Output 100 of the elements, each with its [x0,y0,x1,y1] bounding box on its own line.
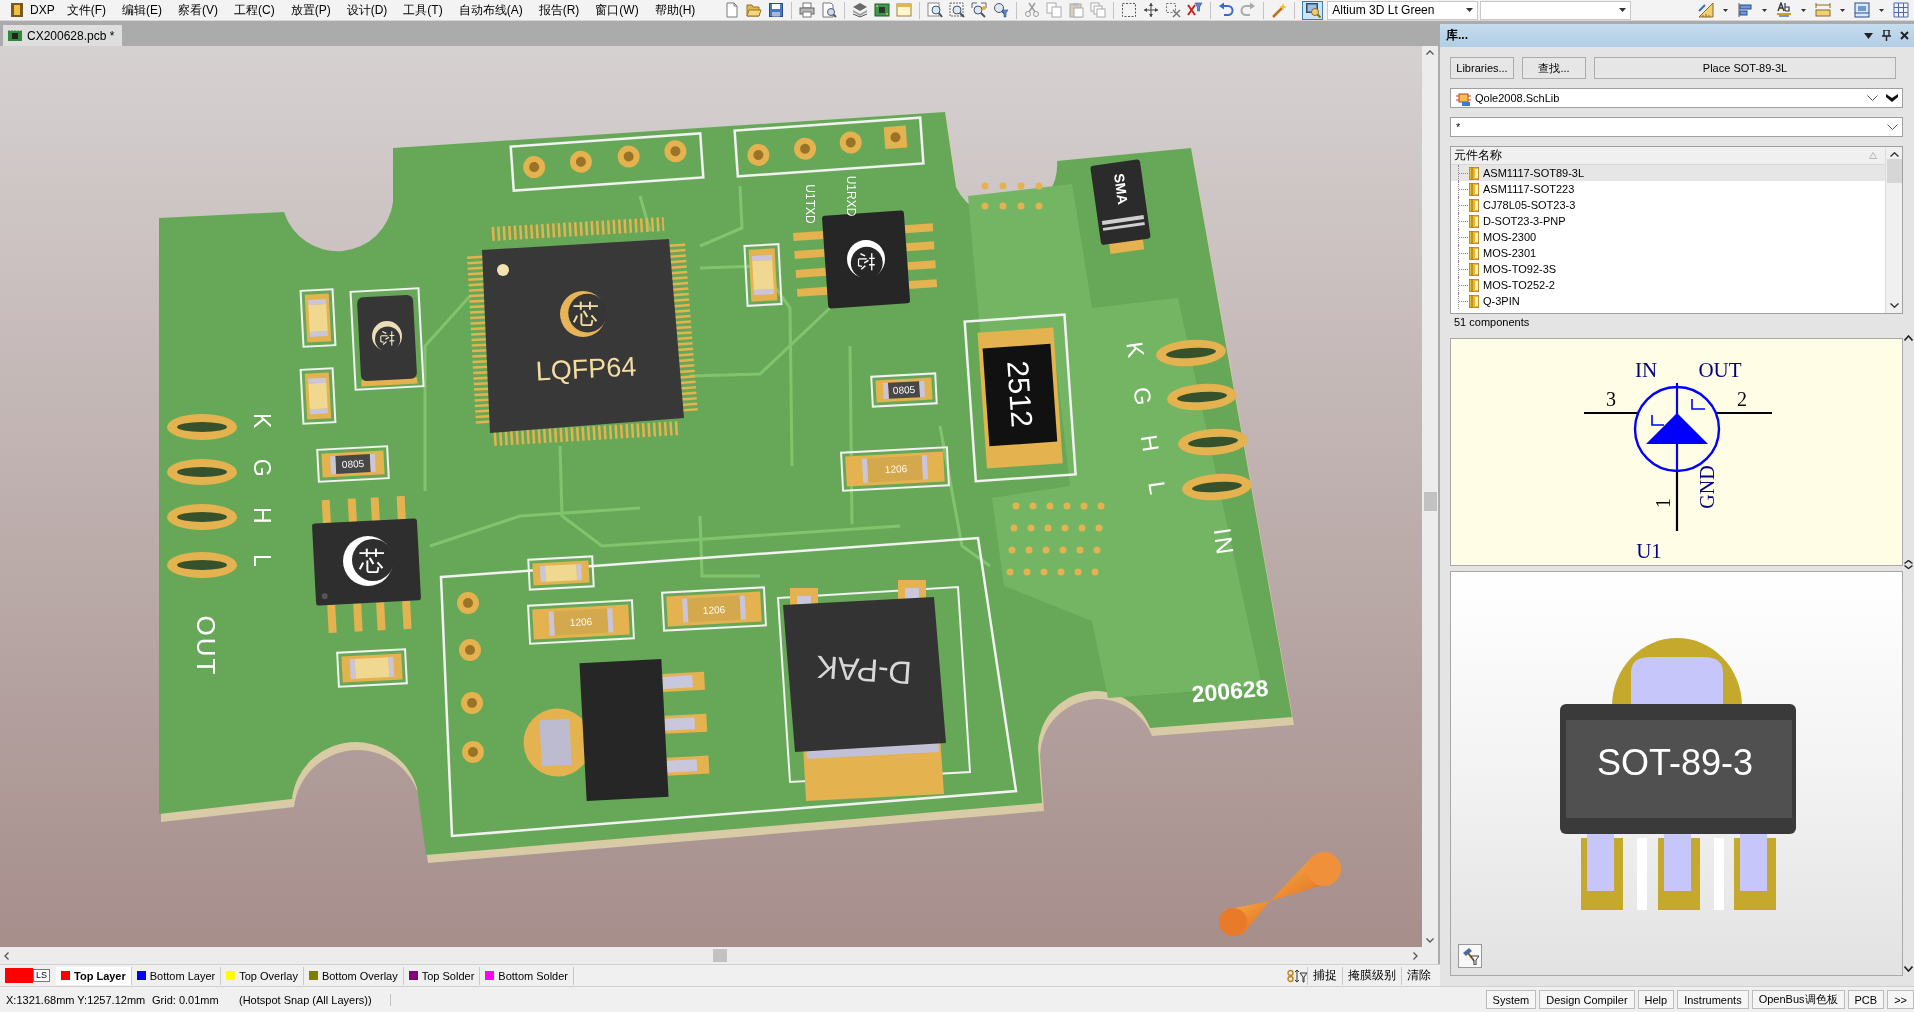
menu-item[interactable]: 报告(R) [530,0,588,20]
wand-icon[interactable] [1271,2,1288,18]
undo-icon[interactable] [1218,2,1235,18]
panel-button[interactable]: Design Compiler [1539,990,1635,1009]
save-icon[interactable] [768,2,785,18]
menu-item[interactable]: 设计(D) [338,0,396,20]
move-arrows-icon[interactable] [1143,2,1160,18]
print-preview-icon[interactable] [821,2,838,18]
new-document-icon[interactable] [724,2,741,18]
filter-tool-button[interactable] [1458,944,1482,968]
clear-filter-icon[interactable] [1187,2,1204,18]
scrollbar-thumb[interactable] [1886,159,1902,183]
via [1095,524,1103,532]
scissors-icon[interactable] [1024,2,1041,18]
library-select[interactable]: Qole2008.SchLib [1450,88,1903,108]
menu-item[interactable]: 编辑(E) [114,0,170,20]
libraries-button[interactable]: Libraries... [1450,57,1514,79]
filter-field[interactable]: * [1450,117,1903,137]
caret-icon[interactable] [1723,8,1728,12]
component-list-item[interactable]: ASM1117-SOT223 [1451,181,1885,197]
zoom-area-icon[interactable] [949,2,966,18]
caret-icon[interactable] [1762,8,1767,12]
splitter-icon[interactable] [1904,560,1913,569]
caret-icon[interactable] [1840,8,1845,12]
room-icon[interactable] [1854,2,1870,18]
column-header[interactable]: 元件名称 [1451,147,1885,165]
via [1008,546,1016,554]
snap-filter-icon[interactable] [1287,968,1307,983]
chevron-left-icon[interactable] [4,951,9,960]
chevron-right-icon[interactable] [1413,951,1418,960]
menu-item[interactable]: 自动布线(A) [450,0,531,20]
search-button[interactable]: 查找... [1522,57,1586,79]
zoom-selected-icon[interactable] [971,2,988,18]
panel-button[interactable]: Instruments [1677,990,1749,1009]
chevron-down-icon[interactable] [1889,303,1899,308]
component-list-item[interactable]: CJ78L05-SOT23-3 [1451,197,1885,213]
component-list-item[interactable]: MOS-TO252-2 [1451,277,1885,293]
scrollbar-thumb[interactable] [1423,492,1437,511]
close-icon[interactable] [1900,31,1909,40]
menu-item[interactable]: 帮助(H) [646,0,704,20]
open-folder-icon[interactable] [746,2,763,18]
chevron-up-icon[interactable] [1426,50,1434,55]
panel-button[interactable]: PCB [1847,990,1885,1009]
chip-logo-text: 芯 [573,299,600,329]
caret-icon[interactable] [1801,8,1806,12]
chevron-up-icon[interactable] [1904,335,1913,341]
edge-pad [1156,339,1226,367]
double-chevron-icon[interactable] [1886,94,1898,102]
zoom-page-icon[interactable] [927,2,944,18]
grid-icon[interactable] [1893,2,1909,18]
panel-button[interactable]: >> [1887,990,1914,1009]
book-icon [1469,214,1479,228]
chevron-down-icon[interactable] [1426,938,1434,943]
menu-item[interactable]: 工具(T) [395,0,451,20]
chevron-down-icon[interactable] [1887,124,1898,130]
component-list-item[interactable]: D-SOT23-3-PNP [1451,213,1885,229]
panel-button[interactable]: System [1485,990,1537,1009]
dropdown-triangle-icon[interactable] [1864,32,1873,39]
align-icon[interactable] [1737,2,1753,18]
chevron-up-icon[interactable] [1889,152,1899,157]
ruler-icon[interactable] [1698,2,1714,18]
place-button[interactable]: Place SOT-89-3L [1594,57,1896,79]
menu-item[interactable]: 工程(C) [226,0,283,20]
view-configuration-button[interactable] [1302,0,1324,20]
component-list-item[interactable]: MOS-2300 [1451,229,1885,245]
deselect-icon[interactable] [1165,2,1182,18]
layer-tab[interactable]: Top Layer [56,966,132,985]
layer-stack-icon[interactable] [852,2,869,18]
menu-item[interactable]: 文件(F) [58,0,114,20]
double-cone-icon [1219,852,1341,936]
select-area-icon[interactable] [1121,2,1138,18]
list-scrollbar[interactable] [1885,147,1902,313]
dimension-icon[interactable] [1815,2,1831,18]
panel-button[interactable]: Help [1637,990,1675,1009]
component-list-item[interactable]: Q-3PIN [1451,293,1885,309]
menu-item[interactable]: 察看(V) [170,0,226,20]
toolbar-combo-field[interactable] [1480,0,1632,20]
dxp-menu[interactable]: DXP [23,2,59,18]
panel-button[interactable]: OpenBus调色板 [1751,990,1845,1009]
pin-icon[interactable] [1882,30,1891,41]
menu-item[interactable]: 放置(P) [282,0,339,20]
component-list-item[interactable]: MOS-2301 [1451,245,1885,261]
text-string-icon[interactable] [1776,2,1792,18]
caret-icon[interactable] [1879,8,1884,12]
layer-set-button[interactable]: LS [33,969,50,982]
vertical-scrollbar[interactable] [1422,46,1438,947]
zoom-filter-icon[interactable] [993,2,1010,18]
chevron-down-icon[interactable] [1904,966,1913,972]
component-list-item[interactable]: MOS-TO92-3S [1451,261,1885,277]
chevron-down-icon[interactable] [1867,95,1878,101]
view-configuration-combo[interactable]: Altium 3D Lt Green [1327,0,1479,20]
printer-icon[interactable] [799,2,816,18]
menu-item[interactable]: 窗口(W) [587,0,647,20]
horizontal-scrollbar[interactable] [0,947,1422,964]
smd-capacitor [743,243,783,307]
package-lead [1714,838,1724,910]
component-list-item[interactable]: ASM1117-SOT89-3L [1451,165,1885,181]
document-tab[interactable]: CX200628.pcb * [3,25,123,46]
scrollbar-thumb[interactable] [713,949,727,962]
circuit-board-icon[interactable] [874,2,891,18]
